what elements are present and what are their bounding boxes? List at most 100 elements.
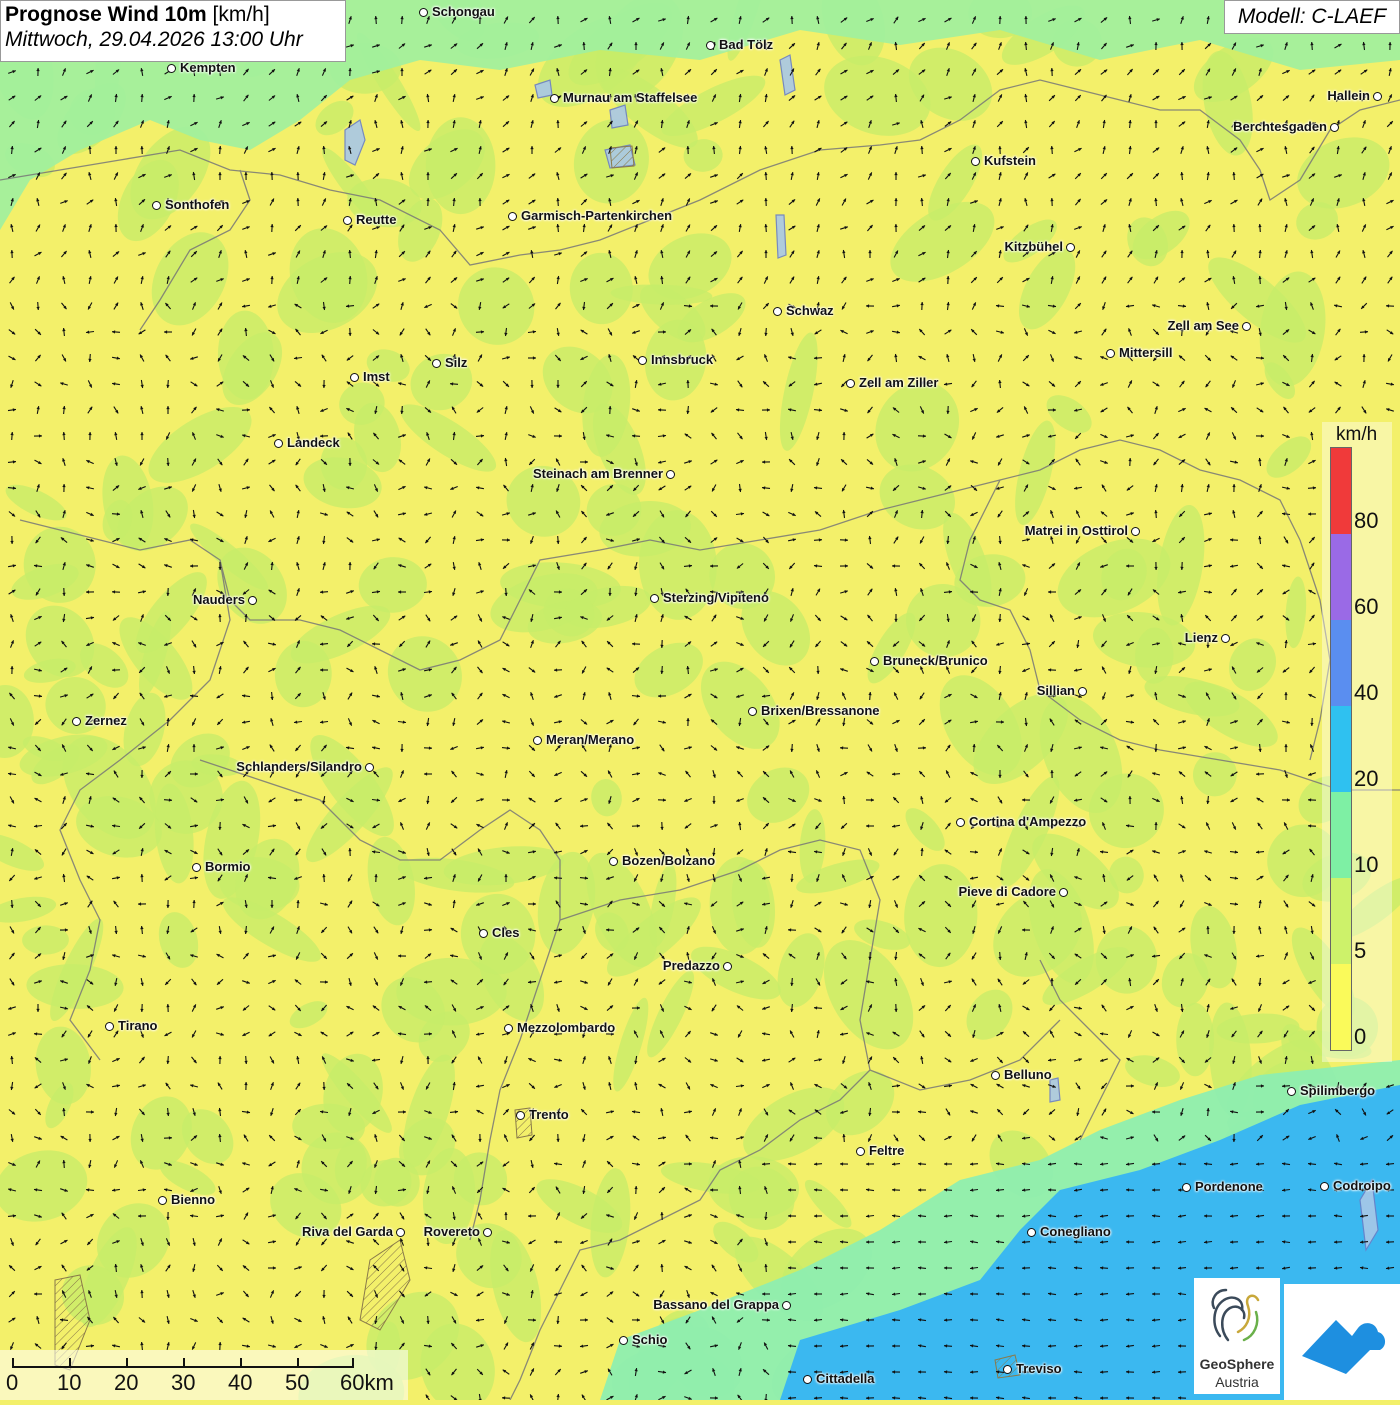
city-marker	[152, 201, 161, 210]
city-marker	[504, 1024, 513, 1033]
city-marker	[248, 596, 257, 605]
geosphere-logo[interactable]: GeoSphere Austria	[1194, 1278, 1280, 1394]
city-label: Tirano	[118, 1018, 158, 1033]
scale-bar: 0 10 20 30 40 50 60km	[0, 1350, 408, 1400]
scale-label: 50	[285, 1370, 309, 1396]
city-label: Bozen/Bolzano	[622, 853, 715, 868]
scale-tick	[352, 1358, 354, 1368]
legend-segment	[1331, 534, 1351, 620]
legend-segment	[1331, 878, 1351, 964]
city-marker	[274, 439, 283, 448]
city-label: Treviso	[1016, 1361, 1062, 1376]
city-label: Cortina d'Ampezzo	[969, 814, 1086, 829]
city-marker	[650, 594, 659, 603]
legend-colorbar	[1330, 447, 1352, 1051]
city-marker	[1320, 1182, 1329, 1191]
legend-tick: 40	[1354, 680, 1378, 706]
city-marker	[956, 818, 965, 827]
scale-tick	[126, 1358, 128, 1368]
city-label: Hallein	[1327, 88, 1370, 103]
city-marker	[619, 1336, 628, 1345]
city-label: Innsbruck	[651, 352, 713, 367]
city-label: Bienno	[171, 1192, 215, 1207]
scale-tick	[69, 1358, 71, 1368]
city-label: Schio	[632, 1332, 667, 1347]
city-marker	[432, 359, 441, 368]
city-marker	[550, 94, 559, 103]
city-marker	[1242, 322, 1251, 331]
city-marker	[1287, 1087, 1296, 1096]
city-marker	[1373, 92, 1382, 101]
city-label: Trento	[529, 1107, 569, 1122]
scale-label: 40	[228, 1370, 252, 1396]
title-box: Prognose Wind 10m [km/h] Mittwoch, 29.04…	[0, 0, 346, 62]
city-label: Cles	[492, 925, 519, 940]
city-marker	[483, 1228, 492, 1237]
city-label: Kufstein	[984, 153, 1036, 168]
city-label: Sonthofen	[165, 197, 229, 212]
city-marker	[516, 1111, 525, 1120]
legend-tick: 60	[1354, 594, 1378, 620]
city-marker	[343, 216, 352, 225]
city-marker	[1221, 634, 1230, 643]
city-label: Steinach am Brenner	[533, 466, 663, 481]
city-label: Zernez	[85, 713, 127, 728]
city-label: Garmisch-Partenkirchen	[521, 208, 672, 223]
legend-tick: 10	[1354, 852, 1378, 878]
city-marker	[72, 717, 81, 726]
city-marker	[158, 1196, 167, 1205]
scale-label: 10	[57, 1370, 81, 1396]
color-legend: km/h 80 60 40 20 10 5 0	[1322, 422, 1392, 1062]
geosphere-swirl-icon	[1194, 1278, 1280, 1354]
city-marker	[396, 1228, 405, 1237]
city-label: Pieve di Cadore	[958, 884, 1056, 899]
city-marker	[1027, 1228, 1036, 1237]
city-marker	[803, 1375, 812, 1384]
city-label: Murnau am Staffelsee	[563, 90, 697, 105]
city-label: Schlanders/Silandro	[236, 759, 362, 774]
legend-tick: 20	[1354, 766, 1378, 792]
city-marker	[1003, 1365, 1012, 1374]
geosphere-logo-subtext: Austria	[1194, 1374, 1280, 1390]
city-label: Codroipo	[1333, 1178, 1391, 1193]
scale-tick	[12, 1358, 14, 1368]
city-marker	[1066, 243, 1075, 252]
legend-tick: 5	[1354, 938, 1366, 964]
wind-speed-patch	[1176, 1003, 1214, 1076]
city-label: Kempten	[180, 60, 236, 75]
city-label: Spilimbergo	[1300, 1083, 1375, 1098]
scale-line	[12, 1358, 354, 1368]
city-label: Mittersill	[1119, 345, 1172, 360]
app-logo[interactable]	[1284, 1284, 1400, 1400]
geosphere-logo-text: GeoSphere	[1194, 1356, 1280, 1372]
city-marker	[748, 707, 757, 716]
city-label: Cittadella	[816, 1371, 875, 1386]
scale-tick	[240, 1358, 242, 1368]
city-label: Riva del Garda	[302, 1224, 393, 1239]
legend-segment	[1331, 964, 1351, 1050]
city-marker	[846, 379, 855, 388]
city-marker	[419, 8, 428, 17]
city-marker	[723, 962, 732, 971]
model-label: Modell: C-LAEF	[1224, 0, 1400, 34]
city-label: Schwaz	[786, 303, 834, 318]
map-title-main: Prognose Wind 10m	[5, 3, 207, 26]
city-label: Schongau	[432, 4, 495, 19]
city-marker	[1131, 527, 1140, 536]
city-label: Landeck	[287, 435, 340, 450]
city-label: Zell am Ziller	[859, 375, 938, 390]
city-marker	[870, 657, 879, 666]
wind-speed-patch	[426, 117, 496, 214]
city-marker	[365, 763, 374, 772]
scale-tick	[183, 1358, 185, 1368]
city-marker	[609, 857, 618, 866]
scale-label: 0	[6, 1370, 18, 1396]
legend-segment	[1331, 448, 1351, 534]
scale-label: 60km	[340, 1370, 394, 1396]
city-label: Predazzo	[663, 958, 720, 973]
city-marker	[533, 736, 542, 745]
city-marker	[105, 1022, 114, 1031]
city-marker	[479, 929, 488, 938]
city-label: Sterzing/Vipiteno	[663, 590, 769, 605]
city-marker	[782, 1301, 791, 1310]
